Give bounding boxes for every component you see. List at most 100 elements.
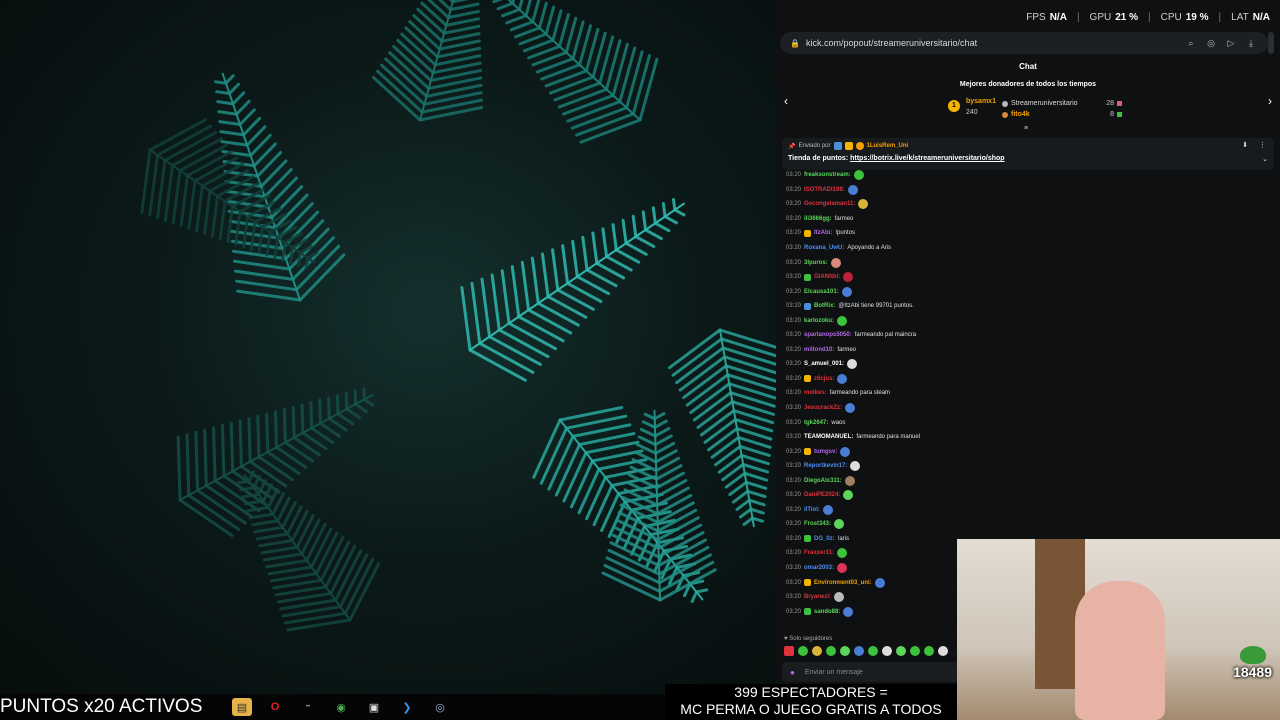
- followers-only-notice: ♥ Solo seguidores: [784, 636, 833, 642]
- prev-arrow-icon[interactable]: ‹: [784, 94, 788, 108]
- address-bar[interactable]: 🔒 kick.com/popout/streameruniversitario/…: [780, 32, 1268, 54]
- vscode-icon[interactable]: ❯: [397, 698, 417, 716]
- chat-message: 03:20 TEAMOMANUEL: farmeando para manuel: [786, 430, 1266, 445]
- emote-icon[interactable]: [896, 646, 906, 656]
- pin-icon[interactable]: ⬇: [1242, 141, 1248, 149]
- message-username[interactable]: miltond10:: [804, 347, 834, 353]
- message-username[interactable]: spartanops5050:: [804, 332, 852, 338]
- performance-overlay: FPS N/A | GPU 21 % | CPU 19 % | LAT N/A: [1026, 12, 1270, 23]
- chat-input-placeholder: Enviar un mensaje: [804, 668, 863, 676]
- message-username[interactable]: z6cjus:: [814, 376, 834, 382]
- message-username[interactable]: TEAMOMANUEL:: [804, 434, 853, 440]
- message-username[interactable]: DG_0z:: [814, 536, 835, 542]
- pinned-sender: 📌 Enviado por 1LuisRem_Uni: [788, 142, 909, 150]
- steam-icon[interactable]: ◎: [430, 698, 450, 716]
- donor-third: fito4k 8: [1002, 109, 1122, 120]
- emote-icon: [874, 577, 885, 588]
- message-username[interactable]: Roxana_UwU:: [804, 245, 844, 251]
- emote-icon[interactable]: [910, 646, 920, 656]
- emote-icon[interactable]: [854, 646, 864, 656]
- message-time: 03:20: [786, 317, 802, 324]
- message-username[interactable]: Fraxxer11:: [804, 550, 834, 556]
- message-username[interactable]: tgk2647:: [804, 420, 828, 426]
- message-username[interactable]: 3lpuros:: [804, 260, 828, 266]
- user-badge-icon: [804, 375, 811, 383]
- frog-emote-icon: [1240, 646, 1266, 664]
- mic-icon[interactable]: ●: [790, 668, 795, 677]
- emote-icon: [830, 257, 841, 268]
- message-username[interactable]: ilTiol:: [804, 507, 820, 513]
- pin-small-icon: 📌: [788, 143, 796, 150]
- message-username[interactable]: Gecongelaman11:: [804, 201, 855, 207]
- message-username[interactable]: molkes:: [804, 390, 827, 396]
- message-time: 03:20: [786, 492, 802, 499]
- message-username[interactable]: Bryanezi:: [804, 594, 831, 600]
- url-text[interactable]: kick.com/popout/streameruniversitario/ch…: [806, 38, 1178, 48]
- message-username[interactable]: GIANttbl:: [814, 274, 840, 280]
- opera-icon[interactable]: O: [265, 698, 285, 716]
- next-arrow-icon[interactable]: ›: [1268, 94, 1272, 108]
- search-icon[interactable]: ⌕: [1184, 38, 1198, 49]
- pinned-text: Tienda de puntos: https://botrix.live/k/…: [788, 155, 1005, 162]
- emote-icon: [840, 446, 851, 457]
- window-icon[interactable]: ▣: [364, 698, 384, 716]
- lock-icon: 🔒: [790, 38, 800, 48]
- shop-link[interactable]: https://botrix.live/k/streameruniversita…: [850, 155, 1004, 162]
- emote-icon[interactable]: [868, 646, 878, 656]
- shield-icon[interactable]: ◎: [1204, 38, 1218, 49]
- message-username[interactable]: JesucrackZz:: [804, 405, 842, 411]
- message-time: 03:20: [786, 594, 802, 601]
- message-time: 03:20: [786, 434, 802, 441]
- download-icon[interactable]: ⤓: [1244, 38, 1258, 49]
- message-username[interactable]: ili3666gg:: [804, 216, 832, 222]
- chat-message: 03:20 BotRix: @ItzAbi tiene 99701 puntos.: [786, 299, 1266, 314]
- more-icon[interactable]: ⋮: [1259, 141, 1266, 149]
- user-badge-icon: [804, 579, 811, 587]
- emote-icon[interactable]: [784, 646, 794, 656]
- emote-icon[interactable]: [882, 646, 892, 656]
- chat-message: 03:20 ISOTRADI198:: [786, 183, 1266, 198]
- side-scroll-handle[interactable]: [1268, 32, 1274, 54]
- message-username[interactable]: tumgsv:: [814, 449, 837, 455]
- emote-icon[interactable]: [798, 646, 808, 656]
- message-username[interactable]: freaksonstream:: [804, 172, 851, 178]
- message-username[interactable]: ISOTRADI198:: [804, 187, 845, 193]
- chat-title: Chat: [1019, 62, 1037, 71]
- emote-icon[interactable]: [924, 646, 934, 656]
- webcam-chair: [1075, 581, 1165, 720]
- message-username[interactable]: Reportkevin17:: [804, 463, 847, 469]
- emote-icon: [837, 315, 848, 326]
- chat-message: 03:20 z6cjus:: [786, 372, 1266, 387]
- message-time: 03:20: [786, 361, 802, 368]
- message-time: 03:20: [786, 477, 802, 484]
- emote-icon[interactable]: [826, 646, 836, 656]
- collapse-icon[interactable]: ≡: [1024, 125, 1028, 132]
- message-username[interactable]: DiegoAlx311:: [804, 478, 842, 484]
- folder-icon[interactable]: ▤: [232, 698, 252, 716]
- emote-icon: [822, 504, 833, 515]
- message-username[interactable]: ItzAbi:: [814, 230, 832, 236]
- message-username[interactable]: Environment03_uni:: [814, 580, 872, 586]
- message-username[interactable]: sando88:: [814, 609, 840, 615]
- message-username[interactable]: DaniPE2024:: [804, 492, 840, 498]
- message-time: 03:20: [786, 375, 802, 382]
- taskbar-icons: ▤ O •• ◉ ▣ ❯ ◎: [232, 698, 450, 716]
- message-username[interactable]: karlozoku:: [804, 318, 834, 324]
- message-username[interactable]: S_amuel_001:: [804, 361, 844, 367]
- message-username[interactable]: Frost343:: [804, 521, 831, 527]
- badge-icon: [855, 142, 864, 150]
- chevron-down-icon[interactable]: ⌄: [1262, 155, 1268, 163]
- points-banner: PUNTOS x20 ACTIVOS: [0, 696, 203, 717]
- message-username[interactable]: omar2003:: [804, 565, 834, 571]
- chat-input[interactable]: ● Enviar un mensaje: [782, 662, 982, 682]
- emote-icon[interactable]: [938, 646, 948, 656]
- emote-icon[interactable]: [840, 646, 850, 656]
- send-icon[interactable]: ▷: [1224, 38, 1238, 49]
- message-username[interactable]: BotRix:: [814, 303, 835, 309]
- emote-icon: [858, 199, 869, 210]
- emote-icon[interactable]: [812, 646, 822, 656]
- app-icon[interactable]: ••: [298, 698, 318, 716]
- chrome-icon[interactable]: ◉: [331, 698, 351, 716]
- pinned-message: 📌 Enviado por 1LuisRem_Uni Tienda de pun…: [782, 138, 1274, 170]
- message-username[interactable]: Elcausa101:: [804, 289, 839, 295]
